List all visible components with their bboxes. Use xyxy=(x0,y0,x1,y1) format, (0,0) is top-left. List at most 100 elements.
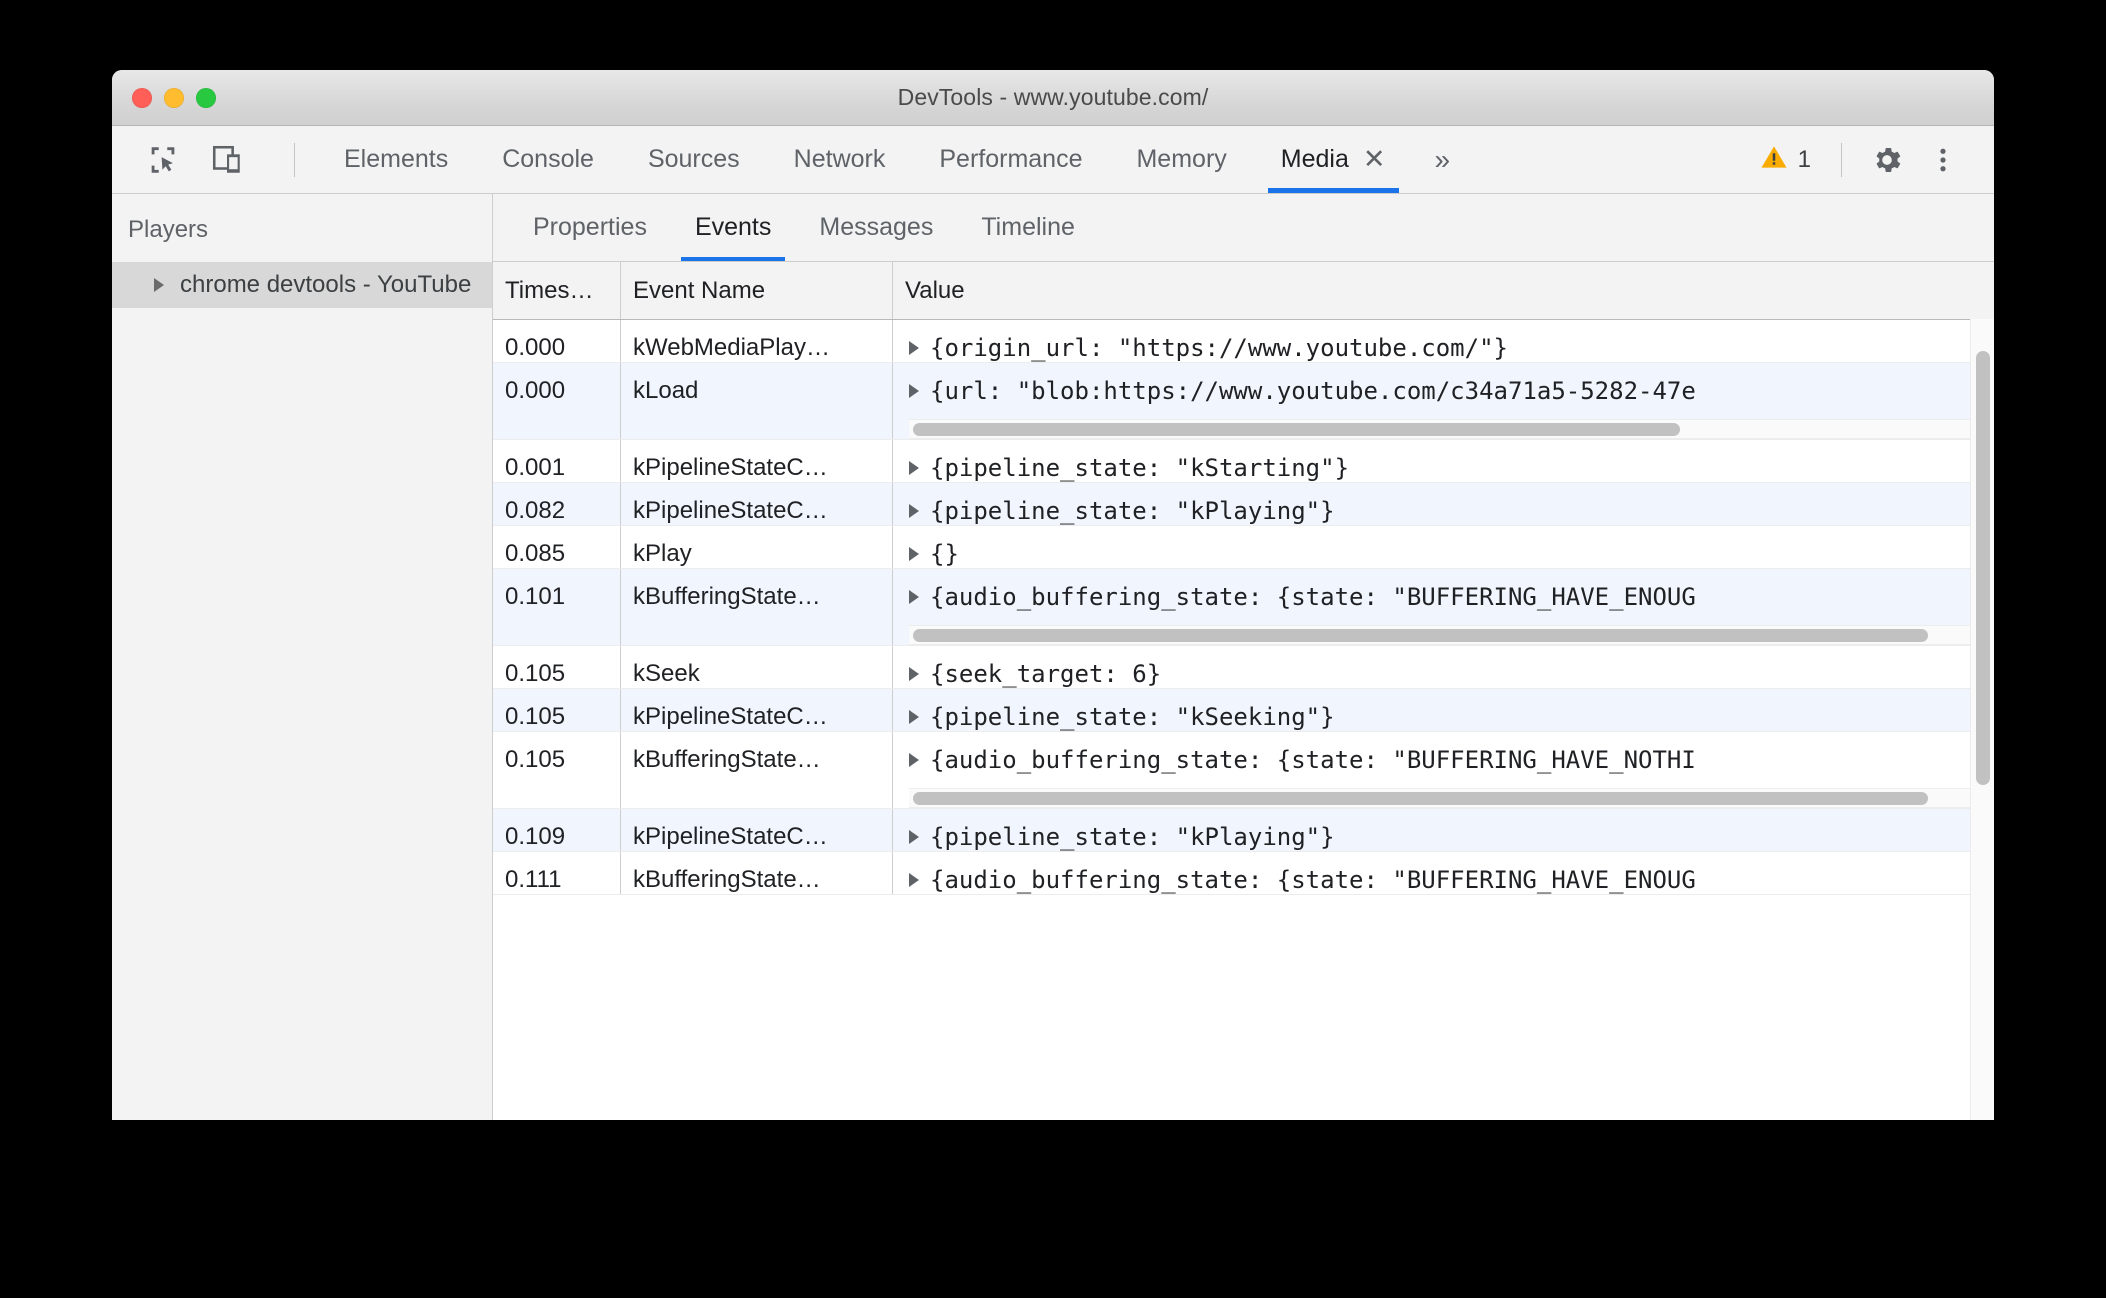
tab-console-label: Console xyxy=(502,145,594,173)
tab-media[interactable]: Media ✕ xyxy=(1254,126,1413,193)
value-text: {url: "blob:https://www.youtube.com/c34a… xyxy=(930,377,1696,405)
cell-value: {pipeline_state: "kPlaying"} xyxy=(893,483,1994,525)
sidebar-item-player[interactable]: chrome devtools - YouTube xyxy=(112,262,492,308)
expand-value-icon[interactable] xyxy=(909,667,919,681)
table-row[interactable]: 0.000 kWebMediaPlay… {origin_url: "https:/… xyxy=(493,320,1994,363)
tab-bar-actions: 1 xyxy=(1749,126,1994,193)
value-text: {pipeline_state: "kStarting"} xyxy=(930,454,1350,482)
tab-messages[interactable]: Messages xyxy=(795,194,957,261)
tab-properties-label: Properties xyxy=(533,213,647,241)
table-row[interactable]: 0.105 kSeek {seek_target: 6} xyxy=(493,646,1994,689)
table-row[interactable]: 0.082 kPipelineStateC… {pipeline_state: "k… xyxy=(493,483,1994,526)
column-header-timestamp[interactable]: Times… xyxy=(493,262,621,319)
warning-triangle-icon xyxy=(1759,142,1789,177)
warning-badge[interactable]: 1 xyxy=(1749,142,1821,177)
toolbar-icons xyxy=(112,126,295,193)
tab-network-label: Network xyxy=(793,145,886,173)
cell-value: {pipeline_state: "kPlaying"} xyxy=(893,809,1994,851)
value-text: {audio_buffering_state: {state: "BUFFERI… xyxy=(930,746,1696,774)
value-horizontal-scrollbar[interactable] xyxy=(909,788,1986,808)
expand-value-icon[interactable] xyxy=(909,590,919,604)
expand-value-icon[interactable] xyxy=(909,873,919,887)
cell-event-name: kPipelineStateC… xyxy=(621,440,893,482)
table-row[interactable]: 0.105 kBufferingState… {audio_buffering_st… xyxy=(493,732,1994,809)
vertical-scrollbar[interactable] xyxy=(1970,319,1994,1120)
vertical-scrollbar-thumb[interactable] xyxy=(1976,351,1990,785)
more-tabs-icon[interactable]: » xyxy=(1413,126,1473,193)
value-horizontal-scrollbar-thumb[interactable] xyxy=(913,629,1929,642)
close-light[interactable] xyxy=(132,87,152,108)
cell-value: {pipeline_state: "kStarting"} xyxy=(893,440,1994,482)
value-text: {audio_buffering_state: {state: "BUFFERI… xyxy=(930,583,1696,611)
tab-events[interactable]: Events xyxy=(671,194,795,261)
players-header: Players xyxy=(128,216,209,243)
tab-performance[interactable]: Performance xyxy=(912,126,1109,193)
devtools-window: DevTools - www.youtube.com/ Elements Con… xyxy=(112,70,1994,1120)
inspect-element-icon[interactable] xyxy=(140,137,186,183)
cell-timestamp: 0.000 xyxy=(493,363,621,439)
expand-value-icon[interactable] xyxy=(909,710,919,724)
tab-elements[interactable]: Elements xyxy=(317,126,475,193)
table-row[interactable]: 0.001 kPipelineStateC… {pipeline_state: "k… xyxy=(493,440,1994,483)
table-row[interactable]: 0.111 kBufferingState… {audio_buffering_st… xyxy=(493,852,1994,895)
tab-properties[interactable]: Properties xyxy=(509,194,671,261)
media-sub-tabs: Properties Events Messages Timeline xyxy=(493,194,1994,262)
column-header-event-name[interactable]: Event Name xyxy=(621,262,893,319)
tab-events-label: Events xyxy=(694,213,772,241)
value-horizontal-scrollbar[interactable] xyxy=(909,419,1986,439)
cell-timestamp: 0.105 xyxy=(493,732,621,808)
maximize-light[interactable] xyxy=(196,87,216,108)
gear-icon[interactable] xyxy=(1862,135,1912,185)
value-text: {audio_buffering_state: {state: "BUFFERI… xyxy=(930,866,1696,894)
cell-timestamp: 0.082 xyxy=(493,483,621,525)
tab-sources[interactable]: Sources xyxy=(621,126,767,193)
minimize-light[interactable] xyxy=(164,87,184,108)
cell-value: {audio_buffering_state: {state: "BUFFERI… xyxy=(893,732,1994,808)
cell-value: {} xyxy=(893,526,1994,568)
cell-event-name: kPipelineStateC… xyxy=(621,483,893,525)
tab-memory[interactable]: Memory xyxy=(1109,126,1253,193)
toolbar-divider xyxy=(294,142,295,177)
expand-value-icon[interactable] xyxy=(909,504,919,518)
expand-value-icon[interactable] xyxy=(909,461,919,475)
expand-value-icon[interactable] xyxy=(909,753,919,767)
value-horizontal-scrollbar-thumb[interactable] xyxy=(913,423,1681,436)
window-title-bar: DevTools - www.youtube.com/ xyxy=(112,70,1994,126)
cell-value: {pipeline_state: "kSeeking"} xyxy=(893,689,1994,731)
expand-value-icon[interactable] xyxy=(909,341,919,355)
devtools-tab-bar: Elements Console Sources Network Perform… xyxy=(112,126,1994,194)
cell-event-name: kLoad xyxy=(621,363,893,439)
table-row[interactable]: 0.085 kPlay {} xyxy=(493,526,1994,569)
tab-console[interactable]: Console xyxy=(475,126,621,193)
table-row[interactable]: 0.109 kPipelineStateC… {pipeline_state: "k… xyxy=(493,809,1994,852)
value-horizontal-scrollbar[interactable] xyxy=(909,625,1986,645)
tab-media-label: Media xyxy=(1280,145,1349,173)
cell-timestamp: 0.001 xyxy=(493,440,621,482)
expand-value-icon[interactable] xyxy=(909,384,919,398)
chevron-right-icon[interactable] xyxy=(154,278,164,292)
expand-value-icon[interactable] xyxy=(909,830,919,844)
expand-value-icon[interactable] xyxy=(909,547,919,561)
close-icon[interactable]: ✕ xyxy=(1363,146,1386,173)
events-table: Times… Event Name Value 0.000 kWebMediaPl… xyxy=(493,262,1994,1120)
devtools-body: Players chrome devtools - YouTube Proper… xyxy=(112,194,1994,1120)
active-subtab-underline xyxy=(680,257,786,261)
tab-timeline[interactable]: Timeline xyxy=(957,194,1099,261)
actions-divider xyxy=(1841,142,1842,177)
traffic-lights xyxy=(132,70,216,125)
value-text: {pipeline_state: "kPlaying"} xyxy=(930,823,1335,851)
column-header-value[interactable]: Value xyxy=(893,262,1994,319)
value-horizontal-scrollbar-thumb[interactable] xyxy=(913,792,1929,805)
device-toolbar-icon[interactable] xyxy=(204,137,250,183)
tab-network[interactable]: Network xyxy=(767,126,913,193)
kebab-menu-icon[interactable] xyxy=(1918,135,1968,185)
tab-messages-label: Messages xyxy=(819,213,934,241)
cell-value: {audio_buffering_state: {state: "BUFFERI… xyxy=(893,852,1994,894)
cell-event-name: kBufferingState… xyxy=(621,732,893,808)
cell-value: {origin_url: "https://www.youtube.com/"} xyxy=(893,320,1994,362)
table-row[interactable]: 0.101 kBufferingState… {audio_buffering_st… xyxy=(493,569,1994,646)
value-text: {pipeline_state: "kSeeking"} xyxy=(930,703,1335,731)
cell-event-name: kPipelineStateC… xyxy=(621,809,893,851)
table-row[interactable]: 0.000 kLoad {url: "blob:https://www.youtub… xyxy=(493,363,1994,440)
table-row[interactable]: 0.105 kPipelineStateC… {pipeline_state: "k… xyxy=(493,689,1994,732)
